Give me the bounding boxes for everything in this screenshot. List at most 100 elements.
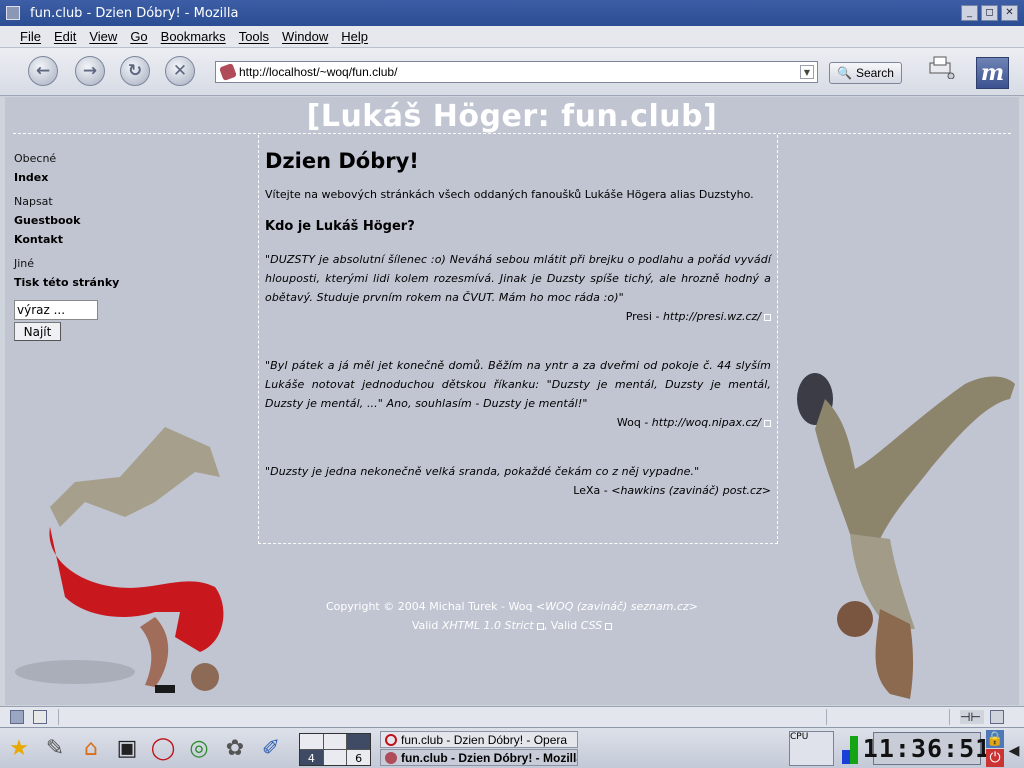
taskbar-arrow-icon[interactable]: ◀ xyxy=(1006,736,1022,766)
mozilla-icon xyxy=(385,751,397,764)
nav-group-title-write: Napsat xyxy=(14,195,53,208)
reload-icon: ↻ xyxy=(127,61,143,81)
workspace-pager[interactable]: 4 6 xyxy=(299,733,371,766)
editor-icon[interactable]: ✐ xyxy=(256,733,286,763)
url-bar[interactable]: ▼ xyxy=(215,61,818,83)
external-link-icon xyxy=(764,419,771,427)
window-titlebar[interactable]: fun.club - Dzien Dóbry! - Mozilla _ ◻ ✕ xyxy=(0,0,1024,26)
external-link-icon xyxy=(764,313,771,321)
site-search-button[interactable]: Najít xyxy=(14,322,61,341)
menu-bookmarks[interactable]: Bookmarks xyxy=(161,29,226,44)
clock[interactable]: 11:36:51 xyxy=(863,732,990,765)
page-heading: Dzien Dóbry! xyxy=(265,149,419,173)
status-bar: ⊣⊢ xyxy=(0,706,1024,727)
window-menu-icon[interactable] xyxy=(6,6,20,20)
quote-source: Woq - http://woq.nipax.cz/ xyxy=(265,413,771,432)
connection-status-icon[interactable] xyxy=(33,710,47,724)
nav-link-index[interactable]: Index xyxy=(14,168,214,187)
copyright-text: Copyright © 2004 Michal Turek - Woq xyxy=(326,600,536,613)
breakdancer-right-image xyxy=(797,373,1015,699)
quote-author: Woq - xyxy=(616,416,652,429)
window-title: fun.club - Dzien Dóbry! - Mozilla xyxy=(30,5,239,21)
author-email-link[interactable]: <WOQ (zavináč) seznam.cz> xyxy=(536,600,698,613)
workspace-1[interactable] xyxy=(300,734,323,749)
quote-link[interactable]: http://presi.wz.cz/ xyxy=(663,310,761,323)
nav-link-contact[interactable]: Kontakt xyxy=(14,230,214,249)
task-label: fun.club - Dzien Dóbry! - Opera xyxy=(401,732,568,747)
menu-file[interactable]: File xyxy=(20,29,41,44)
quote-author: Presi - xyxy=(625,310,663,323)
notes-icon[interactable]: ✎ xyxy=(40,733,70,763)
online-plug-icon[interactable]: ⊣⊢ xyxy=(960,710,984,724)
taskbar-task-mozilla[interactable]: fun.club - Dzien Dóbry! - Mozilla xyxy=(380,749,578,766)
workspace-2[interactable] xyxy=(323,734,347,749)
quote-text: "Byl pátek a já měl jet konečně domů. Bě… xyxy=(265,359,771,410)
memory-monitor[interactable] xyxy=(842,736,860,764)
logout-icon[interactable]: ⏻ xyxy=(986,749,1004,767)
back-button[interactable]: ← xyxy=(28,56,58,86)
mozilla-logo-icon[interactable]: m xyxy=(976,57,1009,89)
maximize-button[interactable]: ◻ xyxy=(981,5,998,21)
gimp-icon[interactable]: ✿ xyxy=(220,733,250,763)
nav-group-title-general: Obecné xyxy=(14,152,57,165)
magnifier-icon: 🔍 xyxy=(837,66,852,80)
menu-go[interactable]: Go xyxy=(130,29,147,44)
workspace-6[interactable]: 6 xyxy=(347,750,370,765)
section-heading: Kdo je Lukáš Höger? xyxy=(265,219,415,234)
reload-button[interactable]: ↻ xyxy=(120,56,150,86)
opera-icon xyxy=(385,733,397,746)
url-dropdown-icon[interactable]: ▼ xyxy=(800,65,814,79)
external-link-icon xyxy=(536,622,544,630)
quote-author: LeXa - xyxy=(573,484,612,497)
quote-text: "DUZSTY je absolutní šílenec :o) Neváhá … xyxy=(265,253,771,304)
minimize-button[interactable]: _ xyxy=(961,5,978,21)
terminal-icon[interactable]: ▣ xyxy=(112,733,142,763)
nav-link-guestbook[interactable]: Guestbook xyxy=(14,211,214,230)
workspace-4[interactable]: 4 xyxy=(300,750,323,765)
desktop-taskbar: ★ ✎ ⌂ ▣ ◯ ◎ ✿ ✐ 4 6 fun.club - Dzien Dób… xyxy=(0,727,1024,768)
menu-edit[interactable]: Edit xyxy=(54,29,76,44)
taskbar-task-opera[interactable]: fun.club - Dzien Dóbry! - Opera xyxy=(380,731,578,748)
quote-email-link[interactable]: <hawkins (zavináč) post.cz> xyxy=(611,484,771,497)
url-input[interactable] xyxy=(239,65,800,79)
nav-group-title-other: Jiné xyxy=(14,257,35,270)
search-button-label: Search xyxy=(855,66,894,80)
site-favicon-icon xyxy=(219,63,237,81)
menu-window[interactable]: Window xyxy=(282,29,328,44)
print-button[interactable] xyxy=(927,55,955,79)
security-lock-icon[interactable] xyxy=(990,710,1004,724)
site-title: [Lukáš Höger: fun.club] xyxy=(306,99,718,134)
stop-button[interactable]: ✕ xyxy=(165,56,195,86)
forward-button[interactable]: → xyxy=(75,56,105,86)
nav-link-print[interactable]: Tisk této stránky xyxy=(14,273,214,292)
quote-source: LeXa - <hawkins (zavináč) post.cz> xyxy=(265,481,771,500)
start-star-icon[interactable]: ★ xyxy=(4,733,34,763)
menu-view[interactable]: View xyxy=(89,29,117,44)
search-button[interactable]: 🔍 Search xyxy=(829,62,902,84)
mozilla-status-icon[interactable] xyxy=(10,710,24,724)
xhtml-link[interactable]: XHTML 1.0 Strict xyxy=(442,619,534,632)
task-label: fun.club - Dzien Dóbry! - Mozilla xyxy=(401,750,578,765)
opera-icon[interactable]: ◯ xyxy=(148,733,178,763)
header-divider xyxy=(13,133,1011,134)
css-link[interactable]: CSS xyxy=(581,619,602,632)
download-icon[interactable]: ◎ xyxy=(184,733,214,763)
left-navigation: Obecné Index Napsat Guestbook Kontakt Ji… xyxy=(14,149,214,292)
main-article: Dzien Dóbry! Vítejte na webových stránká… xyxy=(258,135,778,544)
close-button[interactable]: ✕ xyxy=(1001,5,1018,21)
workspace-3[interactable] xyxy=(347,734,370,749)
menu-help[interactable]: Help xyxy=(341,29,368,44)
cpu-monitor[interactable]: CPU xyxy=(789,731,834,766)
lock-screen-icon[interactable]: 🔒 xyxy=(986,730,1004,748)
back-arrow-icon: ← xyxy=(35,61,51,81)
valid-prefix: Valid xyxy=(411,619,442,632)
page-viewport[interactable]: [Lukáš Höger: fun.club] Obecné Index Nap… xyxy=(5,97,1019,705)
site-search-input[interactable] xyxy=(14,300,98,320)
home-icon[interactable]: ⌂ xyxy=(76,733,106,763)
intro-text: Vítejte na webových stránkách všech odda… xyxy=(265,188,754,201)
quote-link[interactable]: http://woq.nipax.cz/ xyxy=(652,416,761,429)
workspace-5[interactable] xyxy=(323,750,347,765)
menu-tools[interactable]: Tools xyxy=(239,29,269,44)
stop-icon: ✕ xyxy=(172,61,188,81)
forward-arrow-icon: → xyxy=(82,61,98,81)
